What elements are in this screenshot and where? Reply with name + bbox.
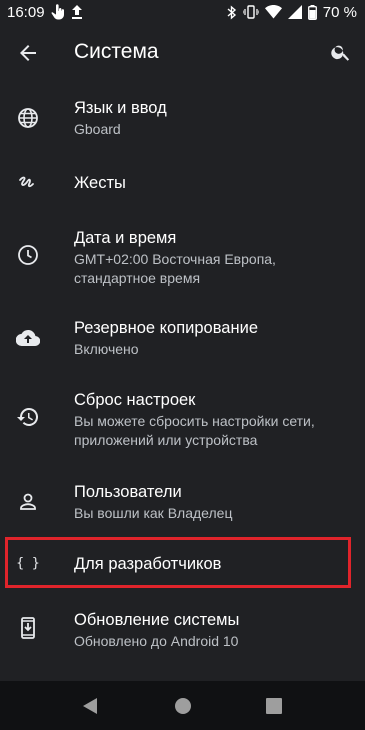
battery-percent: 70 % <box>322 3 357 21</box>
person-icon <box>16 490 40 514</box>
arrow-back-icon[interactable] <box>16 41 40 65</box>
item-summary: Обновлено до Android 10 <box>74 633 239 649</box>
app-bar: Система <box>0 28 365 78</box>
item-summary: GMT+02:00 Восточная Европа, стандартное … <box>74 251 276 286</box>
vibrate-icon <box>242 5 259 19</box>
item-title: Жесты <box>74 174 126 192</box>
globe-icon <box>16 106 40 130</box>
back-triangle-icon[interactable] <box>82 697 98 720</box>
item-summary: Вы можете сбросить настройки сети, прило… <box>74 413 315 448</box>
page-title: Система <box>74 40 159 63</box>
item-summary: Включено <box>74 341 139 357</box>
status-time: 16:09 <box>7 3 45 21</box>
settings-item-users[interactable]: Пользователи Вы вошли как Владелец <box>0 476 365 530</box>
navigation-bar <box>0 681 365 730</box>
bluetooth-icon <box>227 4 237 20</box>
touch-icon <box>51 4 65 20</box>
settings-item-gestures[interactable]: Жесты <box>0 164 365 204</box>
restore-icon <box>16 405 40 429</box>
status-bar: 16:09 70 % <box>0 0 365 24</box>
item-summary: Gboard <box>74 121 121 137</box>
upload-icon <box>71 5 83 19</box>
recents-square-icon[interactable] <box>266 698 282 719</box>
settings-item-developer-options[interactable]: { } Для разработчиков <box>0 543 365 583</box>
wifi-icon <box>264 5 282 19</box>
code-braces-icon: { } <box>16 551 40 575</box>
item-title: Пользователи <box>74 483 182 501</box>
item-summary: Вы вошли как Владелец <box>74 505 233 521</box>
signal-icon <box>287 5 302 19</box>
svg-text:{ }: { } <box>16 556 39 571</box>
cloud-upload-icon <box>15 326 41 350</box>
clock-icon <box>16 243 40 267</box>
item-title: Язык и ввод <box>74 99 167 117</box>
gesture-icon <box>16 171 40 195</box>
item-title: Дата и время <box>74 229 177 247</box>
item-title: Для разработчиков <box>74 555 222 573</box>
settings-item-backup[interactable]: Резервное копирование Включено <box>0 312 365 366</box>
settings-item-reset[interactable]: Сброс настроек Вы можете сбросить настро… <box>0 384 365 454</box>
settings-item-language[interactable]: Язык и ввод Gboard <box>0 92 365 146</box>
item-title: Резервное копирование <box>74 319 258 337</box>
item-title: Сброс настроек <box>74 391 196 409</box>
battery-icon <box>307 4 317 20</box>
settings-item-system-update[interactable]: Обновление системы Обновлено до Android … <box>0 604 365 658</box>
settings-item-date-time[interactable]: Дата и время GMT+02:00 Восточная Европа,… <box>0 222 365 292</box>
search-icon[interactable] <box>330 41 352 63</box>
system-update-icon <box>16 616 40 640</box>
item-title: Обновление системы <box>74 611 240 629</box>
home-circle-icon[interactable] <box>174 697 192 720</box>
